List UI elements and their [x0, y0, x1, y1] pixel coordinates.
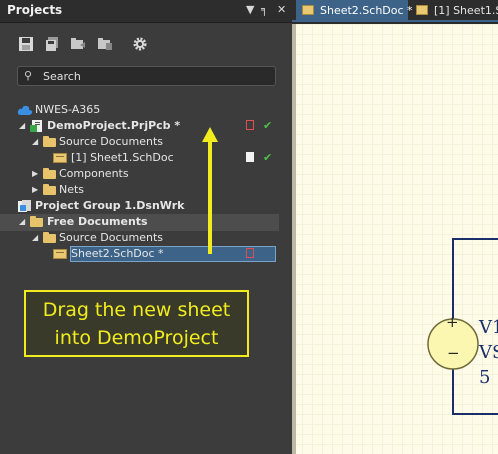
panel-header: Projects ▼ ╕ ✕	[0, 0, 292, 23]
collapse-arrow-icon[interactable]: ◢	[32, 134, 38, 150]
check-icon: ✔	[263, 151, 273, 164]
search-placeholder: Search	[43, 70, 81, 83]
project-group-icon	[18, 200, 31, 212]
tree-item-sheet2[interactable]: Sheet2.SchDoc *	[0, 246, 280, 262]
schematic-sheet-icon	[416, 5, 428, 15]
panel-title: Projects	[7, 3, 63, 17]
panel-toolbar	[0, 31, 292, 59]
folder-back-icon[interactable]	[70, 36, 86, 52]
drag-arrow-shaft	[208, 140, 212, 254]
folder-icon	[43, 232, 56, 243]
schematic-drawing	[427, 238, 498, 415]
panel-menu-dropdown[interactable]: ▼	[246, 3, 254, 16]
project-label: DemoProject.PrjPcb *	[47, 119, 181, 132]
source-documents-label: Source Documents	[59, 135, 163, 148]
close-panel-button[interactable]: ✕	[277, 3, 286, 16]
folder-icon	[43, 184, 56, 195]
workspace-label: NWES-A365	[35, 103, 101, 116]
instruction-callout: Drag the new sheet into DemoProject	[24, 290, 249, 357]
designator-label: V1	[479, 317, 498, 338]
check-icon: ✔	[263, 119, 273, 132]
modified-doc-icon	[246, 248, 254, 258]
doc-icon	[246, 152, 254, 162]
tree-item-nets[interactable]: ▶ Nets	[0, 182, 280, 198]
folder-open-icon[interactable]	[97, 36, 113, 52]
pcb-project-icon	[30, 120, 42, 132]
tab-label: Sheet2.SchDoc *	[320, 4, 413, 17]
tree-item-free-source-documents[interactable]: ◢ Source Documents	[0, 230, 280, 246]
components-label: Components	[59, 167, 129, 180]
collapse-arrow-icon[interactable]: ◢	[32, 230, 38, 246]
projects-panel: Projects ▼ ╕ ✕ ⚲ Search NWES-A365 ◢ Demo…	[0, 0, 292, 454]
wire-top	[452, 238, 498, 319]
expand-arrow-icon[interactable]: ▶	[32, 166, 38, 182]
model-label: VS	[479, 342, 498, 363]
project-group-label: Project Group 1.DsnWrk	[35, 199, 185, 212]
value-label: 5	[479, 367, 491, 388]
schematic-sheet-icon	[53, 249, 67, 259]
modified-doc-icon	[246, 120, 254, 130]
callout-line-1: Drag the new sheet	[42, 299, 231, 321]
plus-sign: +	[446, 313, 459, 331]
gear-icon[interactable]	[132, 36, 148, 52]
save-all-icon[interactable]	[44, 36, 60, 52]
tree-item-sheet1[interactable]: [1] Sheet1.SchDoc ✔	[0, 150, 280, 166]
callout-line-2: into DemoProject	[54, 327, 219, 349]
wire-bottom	[452, 369, 498, 415]
schematic-sheet-icon	[302, 5, 314, 15]
nets-label: Nets	[59, 183, 85, 196]
free-documents-label: Free Documents	[47, 215, 148, 228]
tab-sheet2[interactable]: Sheet2.SchDoc *	[296, 0, 413, 22]
minus-sign: −	[447, 344, 460, 362]
drag-arrow-head	[202, 127, 218, 142]
sheet1-label: [1] Sheet1.SchDoc	[71, 151, 174, 164]
tree-item-project[interactable]: ◢ DemoProject.PrjPcb * ✔	[0, 118, 280, 134]
collapse-arrow-icon[interactable]: ◢	[19, 118, 25, 134]
tree-item-source-documents[interactable]: ◢ Source Documents	[0, 134, 280, 150]
collapse-arrow-icon[interactable]: ◢	[19, 214, 25, 230]
tree-item-free-documents[interactable]: ◢ Free Documents	[0, 214, 280, 230]
tree-item-project-group[interactable]: Project Group 1.DsnWrk	[0, 198, 280, 214]
document-tabs: Sheet2.SchDoc * [1] Sheet1.SchDoc	[292, 0, 498, 22]
tree-item-workspace[interactable]: NWES-A365	[0, 102, 280, 118]
folder-icon	[43, 136, 56, 147]
search-input[interactable]: ⚲ Search	[17, 66, 276, 86]
source-documents-label: Source Documents	[59, 231, 163, 244]
search-icon: ⚲	[24, 69, 33, 82]
save-icon[interactable]	[18, 36, 34, 52]
folder-icon	[43, 168, 56, 179]
tab-label: [1] Sheet1.SchDoc	[434, 4, 498, 17]
cloud-icon	[17, 105, 33, 115]
expand-arrow-icon[interactable]: ▶	[32, 182, 38, 198]
schematic-canvas[interactable]: + − V1 VS 5	[292, 24, 498, 454]
sheet2-label: Sheet2.SchDoc *	[71, 247, 164, 260]
tab-sheet1[interactable]: [1] Sheet1.SchDoc	[410, 0, 498, 22]
schematic-sheet-icon	[53, 153, 67, 163]
scrollbar[interactable]	[281, 96, 289, 446]
folder-icon	[30, 216, 43, 227]
pin-icon[interactable]: ╕	[261, 3, 268, 16]
tree-item-components[interactable]: ▶ Components	[0, 166, 280, 182]
